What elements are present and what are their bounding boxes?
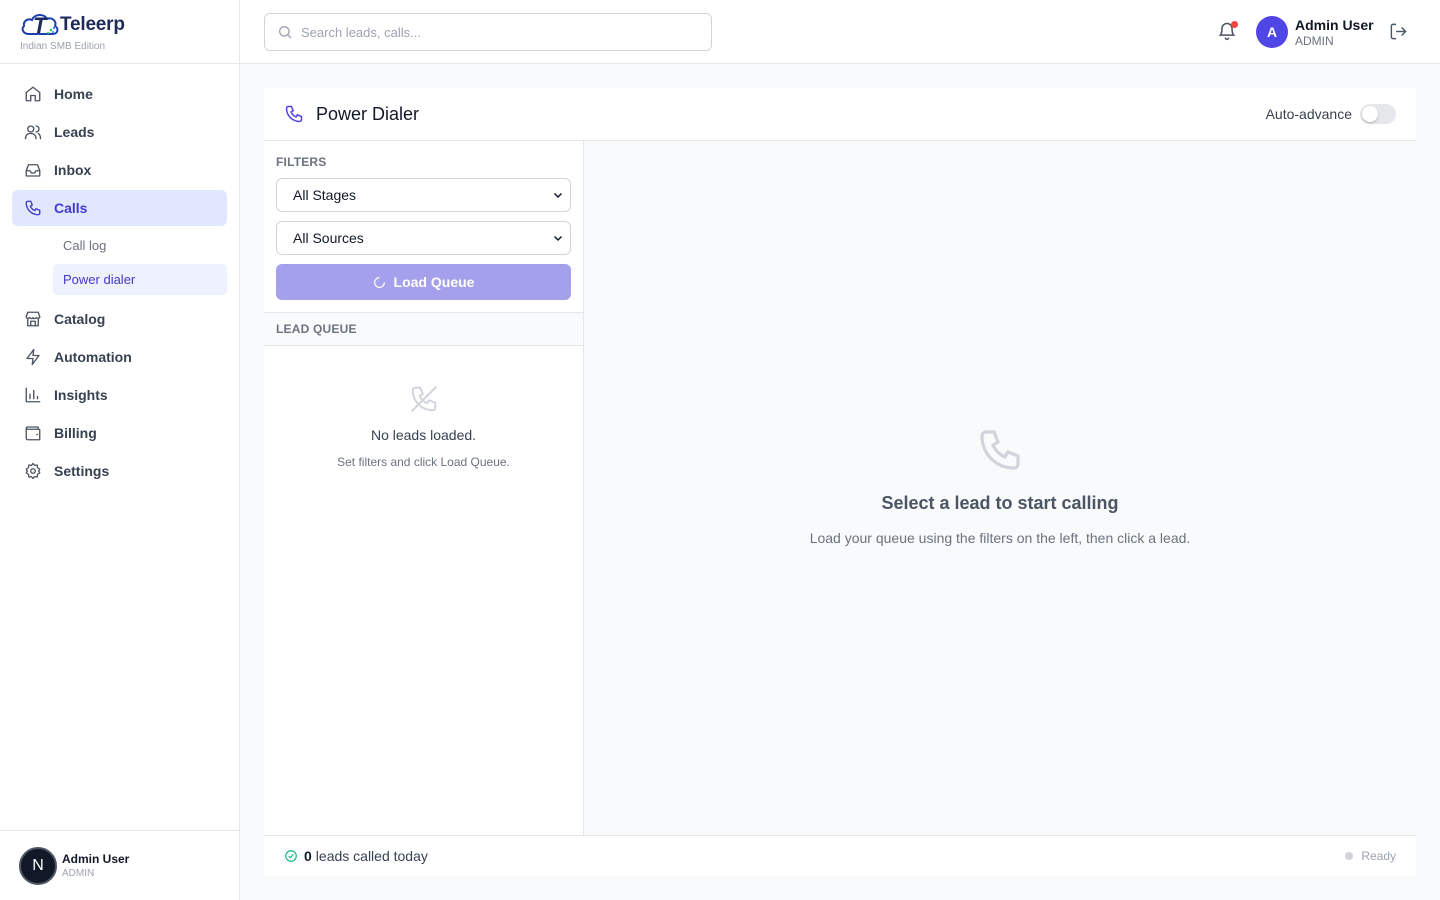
auto-advance-label: Auto-advance <box>1265 106 1352 122</box>
logout-button[interactable] <box>1389 22 1409 42</box>
sidebar-user-role: ADMIN <box>62 868 95 879</box>
source-filter-value: All Sources <box>293 230 364 246</box>
call-workspace: Select a lead to start calling Load your… <box>584 141 1416 835</box>
nav-item-billing[interactable]: Billing <box>12 415 227 451</box>
nav-item-label: Calls <box>54 200 88 216</box>
top-header: A Admin User ADMIN <box>240 0 1440 64</box>
queue-column: FILTERS All Stages All Sources Load Queu… <box>264 141 584 835</box>
auto-advance-toggle[interactable] <box>1360 104 1396 124</box>
status-dot <box>1345 852 1354 860</box>
home-icon <box>25 86 41 102</box>
search-icon <box>279 26 292 39</box>
stage-filter-value: All Stages <box>293 187 357 203</box>
nav-item-settings[interactable]: Settings <box>12 453 227 489</box>
nav-item-automation[interactable]: Automation <box>12 339 227 375</box>
gear-icon <box>25 462 41 480</box>
cloud-logo-icon: T <box>20 10 62 40</box>
source-filter-select[interactable]: All Sources <box>276 221 571 255</box>
chevron-down-icon <box>553 192 563 199</box>
page-title: Power Dialer <box>316 103 420 124</box>
sidebar: T Teleerp Indian SMB Edition Home Leads … <box>0 0 240 900</box>
lead-queue-header: LEAD QUEUE <box>264 312 583 346</box>
nav-item-label: Inbox <box>54 162 92 178</box>
notification-dot <box>1231 21 1238 28</box>
called-count: 0 <box>304 848 312 864</box>
status-text: Ready <box>1361 849 1396 863</box>
nav-item-label: Automation <box>54 349 132 365</box>
store-icon <box>25 311 41 327</box>
sidebar-user[interactable]: N Admin User ADMIN <box>0 830 239 900</box>
phone-icon <box>285 105 303 123</box>
nav-subitem-call-log[interactable]: Call log <box>53 230 227 261</box>
called-text: leads called today <box>315 848 428 864</box>
empty-queue-state: No leads loaded. Set filters and click L… <box>264 346 583 469</box>
phone-off-icon <box>410 385 437 413</box>
load-queue-button[interactable]: Load Queue <box>276 264 571 300</box>
header-user-name: Admin User <box>1295 17 1374 33</box>
phone-icon <box>25 200 41 216</box>
select-lead-title: Select a lead to start calling <box>881 493 1119 513</box>
spinner-icon <box>373 276 385 288</box>
nav-item-calls[interactable]: Calls <box>12 190 227 226</box>
brand[interactable]: T Teleerp Indian SMB Edition <box>0 0 239 64</box>
main-nav: Home Leads Inbox Calls Call log Power di… <box>0 64 239 489</box>
toggle-knob <box>1362 106 1378 122</box>
sidebar-user-name: Admin User <box>62 852 130 866</box>
power-dialer-panel: Power Dialer Auto-advance FILTERS All St… <box>264 88 1416 876</box>
brand-name: Teleerp <box>60 14 125 35</box>
lightning-icon <box>26 348 40 366</box>
empty-queue-title: No leads loaded. <box>370 427 477 443</box>
filters-section: FILTERS All Stages All Sources Load Queu… <box>264 141 583 312</box>
load-queue-label: Load Queue <box>393 274 475 290</box>
nav-item-label: Settings <box>54 463 110 479</box>
nav-item-catalog[interactable]: Catalog <box>12 301 227 337</box>
users-icon <box>24 125 42 140</box>
panel-header: Power Dialer Auto-advance <box>264 88 1416 141</box>
nav-item-label: Leads <box>54 124 95 140</box>
lead-queue-label: LEAD QUEUE <box>276 322 357 336</box>
status-badge: Ready <box>1345 849 1396 863</box>
nav-item-leads[interactable]: Leads <box>12 114 227 150</box>
calls-submenu: Call log Power dialer <box>12 230 227 295</box>
nav-subitem-power-dialer[interactable]: Power dialer <box>53 264 227 295</box>
wallet-icon <box>25 426 41 441</box>
auto-advance: Auto-advance <box>1266 104 1396 124</box>
nav-item-home[interactable]: Home <box>12 76 227 112</box>
brand-subtitle: Indian SMB Edition <box>20 41 106 52</box>
logo-letter: T <box>33 13 47 38</box>
nav-item-insights[interactable]: Insights <box>12 377 227 413</box>
avatar: N <box>19 846 57 885</box>
empty-queue-hint: Set filters and click Load Queue. <box>337 455 510 469</box>
check-circle-icon <box>285 850 297 862</box>
search-input[interactable] <box>301 24 681 40</box>
bar-chart-icon <box>25 387 41 403</box>
logout-icon <box>1390 23 1407 40</box>
no-lead-selected-state: Select a lead to start calling Load your… <box>584 426 1416 546</box>
chevron-down-icon <box>553 235 563 242</box>
search-box[interactable] <box>264 13 712 51</box>
nav-item-inbox[interactable]: Inbox <box>12 152 227 188</box>
stage-filter-select[interactable]: All Stages <box>276 178 571 212</box>
header-user-role: ADMIN <box>1295 34 1334 48</box>
notifications-button[interactable] <box>1217 21 1238 43</box>
nav-item-label: Billing <box>54 425 97 441</box>
nav-item-label: Catalog <box>54 311 106 327</box>
header-avatar[interactable]: A <box>1256 16 1288 48</box>
nav-item-label: Insights <box>54 387 108 403</box>
nav-item-label: Home <box>54 86 93 102</box>
phone-icon <box>980 430 1020 470</box>
filters-label: FILTERS <box>276 155 327 169</box>
select-lead-hint: Load your queue using the filters on the… <box>809 530 1191 546</box>
header-user[interactable]: Admin User ADMIN <box>1295 17 1374 48</box>
inbox-icon <box>25 164 41 177</box>
dialer-footer: 0 leads called today Ready <box>264 835 1416 876</box>
